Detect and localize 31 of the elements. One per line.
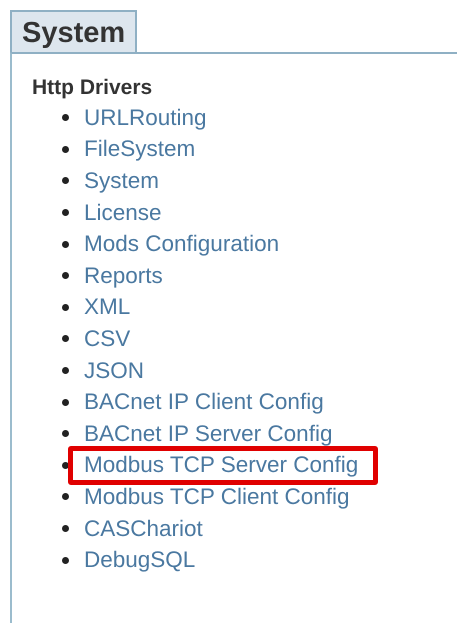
driver-link[interactable]: Reports	[84, 262, 163, 290]
driver-link[interactable]: URLRouting	[84, 104, 207, 132]
driver-link[interactable]: BACnet IP Client Config	[84, 388, 324, 416]
driver-link[interactable]: FileSystem	[84, 135, 196, 164]
driver-link[interactable]: DebugSQL	[84, 546, 196, 574]
bullet-icon	[62, 335, 69, 342]
driver-link[interactable]: Mods Configuration	[84, 230, 280, 258]
driver-link[interactable]: System	[84, 166, 160, 195]
driver-link[interactable]: CASChariot	[84, 514, 203, 543]
bullet-icon	[62, 398, 69, 406]
bullet-icon	[62, 493, 69, 500]
section-heading: Http Drivers	[32, 75, 154, 101]
driver-link[interactable]: Modbus TCP Server Config	[84, 452, 358, 477]
driver-link[interactable]: BACnet IP Server Config	[84, 420, 332, 448]
driver-link[interactable]: License	[84, 198, 162, 227]
bullet-icon	[62, 209, 69, 216]
bullet-icon	[62, 114, 69, 122]
bullet-icon	[62, 304, 69, 311]
bullet-icon	[62, 525, 69, 532]
system-tab[interactable]: System	[10, 10, 138, 52]
bullet-icon	[62, 272, 69, 280]
bullet-icon	[62, 367, 69, 374]
driver-link[interactable]: XML	[84, 293, 130, 322]
bullet-icon	[62, 430, 69, 438]
bullet-icon	[62, 177, 69, 184]
driver-link[interactable]: JSON	[84, 356, 144, 385]
driver-link[interactable]: CSV	[84, 324, 130, 353]
bullet-icon	[62, 240, 69, 248]
bullet-icon	[62, 556, 69, 564]
bullet-icon	[62, 146, 69, 153]
driver-link[interactable]: Modbus TCP Client Config	[84, 482, 350, 511]
